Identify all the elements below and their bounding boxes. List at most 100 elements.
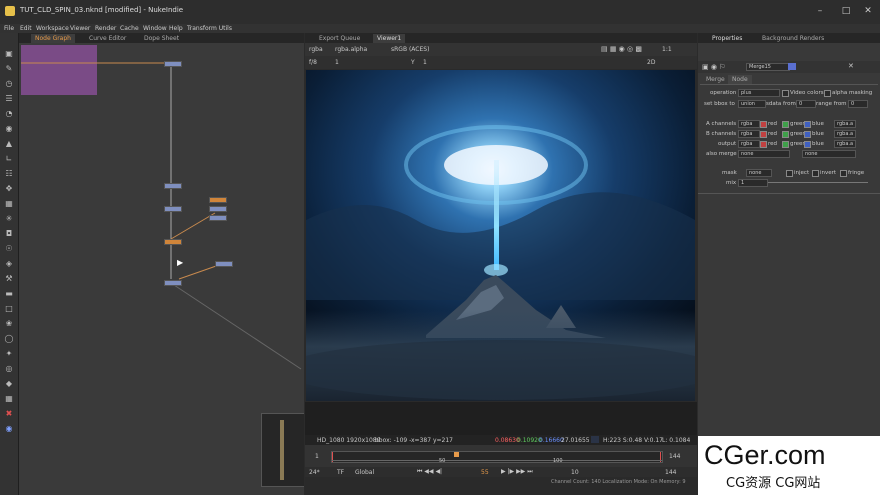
tab-viewer1[interactable]: Viewer1 — [373, 34, 406, 43]
fstop-control[interactable]: f/8 — [309, 59, 317, 66]
out-blue-checkbox[interactable] — [804, 141, 811, 148]
transform-node[interactable] — [164, 183, 182, 189]
zoom-ratio[interactable]: 1:1 — [662, 46, 672, 53]
b-blue-checkbox[interactable] — [804, 131, 811, 138]
node-color-swatch[interactable] — [788, 63, 796, 70]
also-merge-select-a[interactable]: none — [738, 150, 790, 158]
tab-curve-editor[interactable]: Curve Editor — [85, 34, 130, 43]
merge-tools-icon[interactable]: ∟ — [4, 154, 14, 164]
keyer-tools-icon[interactable]: ▲ — [4, 139, 14, 149]
particles-tools-icon[interactable]: ✳ — [4, 214, 14, 224]
plugin-f-icon[interactable]: ▦ — [4, 394, 14, 404]
time-tools-icon[interactable]: ◷ — [4, 79, 14, 89]
views-tools-icon[interactable]: ☉ — [4, 244, 14, 254]
plugin-g-icon[interactable]: ✖ — [4, 409, 14, 419]
plugin-b-icon[interactable]: ◯ — [4, 334, 14, 344]
menu-workspace[interactable]: Workspace — [36, 25, 69, 32]
b-green-checkbox[interactable] — [782, 131, 789, 138]
mix-slider[interactable] — [768, 182, 868, 183]
a-channels-select[interactable]: rgba — [738, 120, 760, 128]
tab-background-renders[interactable]: Background Renders — [758, 34, 828, 43]
menu-transform-utils[interactable]: Transform Utils — [187, 25, 232, 32]
color-tools-icon[interactable]: ◔ — [4, 109, 14, 119]
channel-select[interactable]: rgba — [309, 46, 323, 53]
transport-forward-icon[interactable]: ▶ |▶ ▶▶ ⏭ — [501, 468, 533, 476]
panel-close-icon[interactable]: ✕ — [848, 62, 854, 70]
a-alpha-select[interactable]: rgba.a — [834, 120, 856, 128]
frame-one[interactable]: 1 — [335, 59, 339, 66]
plugin-a-icon[interactable]: ❀ — [4, 319, 14, 329]
plugin-d-icon[interactable]: ◎ — [4, 364, 14, 374]
alpha-masking-checkbox[interactable] — [824, 90, 831, 97]
toolsets-icon[interactable]: ⚒ — [4, 274, 14, 284]
furnace-tools-icon[interactable]: □ — [4, 304, 14, 314]
node-graph-canvas[interactable]: ▶ — [19, 43, 304, 495]
maximize-icon[interactable]: □ — [838, 4, 854, 18]
menu-edit[interactable]: Edit — [20, 25, 32, 32]
draw-tools-icon[interactable]: ✎ — [4, 64, 14, 74]
other-tools-icon[interactable]: ▬ — [4, 289, 14, 299]
out-alpha-select[interactable]: rgba.a — [834, 140, 856, 148]
channel-tools-icon[interactable]: ☰ — [4, 94, 14, 104]
close-icon[interactable]: ✕ — [860, 4, 876, 18]
out-green-checkbox[interactable] — [782, 141, 789, 148]
viewer-tools-icon[interactable]: ▤ ▦ ◉ ◎ ▩ — [601, 45, 642, 53]
current-frame[interactable]: 55 — [481, 469, 489, 476]
plugin-c-icon[interactable]: ✦ — [4, 349, 14, 359]
fringe-checkbox[interactable] — [840, 170, 847, 177]
menu-viewer[interactable]: Viewer — [70, 25, 90, 32]
grade-node[interactable] — [164, 206, 182, 212]
mask-select[interactable]: none — [746, 169, 772, 177]
metadata-tools-icon[interactable]: ◈ — [4, 259, 14, 269]
fps-select[interactable]: 24* — [309, 469, 320, 476]
b-red-checkbox[interactable] — [760, 131, 767, 138]
noise-node-a[interactable] — [209, 197, 227, 203]
tab-dope-sheet[interactable]: Dope Sheet — [140, 34, 183, 43]
operation-select[interactable]: plus — [738, 89, 780, 97]
subtab-merge[interactable]: Merge — [702, 75, 729, 84]
timeline-track[interactable] — [331, 451, 663, 463]
sdata-from-select[interactable]: 0 — [796, 100, 816, 108]
filter-tools-icon[interactable]: ◉ — [4, 124, 14, 134]
deep-tools-icon[interactable]: ◘ — [4, 229, 14, 239]
b-alpha-select[interactable]: rgba.a — [834, 130, 856, 138]
inject-checkbox[interactable] — [786, 170, 793, 177]
transport-back-icon[interactable]: ⏮ ◀◀ ◀| — [417, 468, 442, 476]
merge-node-a[interactable] — [209, 215, 227, 221]
menu-help[interactable]: Help — [169, 25, 183, 32]
plugin-e-icon[interactable]: ◆ — [4, 379, 14, 389]
merge-node-b[interactable] — [164, 239, 182, 245]
a-blue-checkbox[interactable] — [804, 121, 811, 128]
merge15-node[interactable] — [164, 280, 182, 286]
node-header-icons[interactable]: ▣ ◉ ⚐ — [702, 63, 725, 71]
invert-checkbox[interactable] — [812, 170, 819, 177]
viewer-image[interactable] — [306, 70, 695, 401]
timeline-bar[interactable]: 1 50 100 144 — [305, 445, 697, 467]
3d-tools-icon[interactable]: ▦ — [4, 199, 14, 209]
also-merge-select-b[interactable]: none — [802, 150, 856, 158]
playback-end[interactable]: 144 — [665, 469, 676, 476]
a-green-checkbox[interactable] — [782, 121, 789, 128]
alpha-select[interactable]: rgba.alpha — [335, 46, 367, 53]
node-name-field[interactable]: Merge15 — [746, 63, 790, 71]
colorspace-select[interactable]: sRGB (ACES) — [391, 46, 429, 53]
playhead[interactable] — [454, 452, 459, 457]
video-colors-checkbox[interactable] — [782, 90, 789, 97]
layers-tools-icon[interactable]: ☷ — [4, 169, 14, 179]
transform-tools-icon[interactable]: ✥ — [4, 184, 14, 194]
b-channels-select[interactable]: rgba — [738, 130, 760, 138]
tab-export-queue[interactable]: Export Queue — [315, 34, 364, 43]
blur-node[interactable] — [209, 206, 227, 212]
subtab-node[interactable]: Node — [728, 75, 752, 84]
frame-step[interactable]: 10 — [571, 469, 579, 476]
mix-field[interactable]: 1 — [738, 179, 768, 187]
read-node[interactable] — [164, 61, 182, 67]
menu-cache[interactable]: Cache — [120, 25, 139, 32]
range-from-select[interactable]: 0 — [848, 100, 868, 108]
a-red-checkbox[interactable] — [760, 121, 767, 128]
minimize-icon[interactable]: – — [812, 4, 828, 18]
global-select[interactable]: Global — [355, 469, 374, 476]
viewer-mode[interactable]: 2D — [647, 59, 655, 66]
y-value[interactable]: 1 — [423, 59, 427, 66]
glow-node[interactable] — [215, 261, 233, 267]
